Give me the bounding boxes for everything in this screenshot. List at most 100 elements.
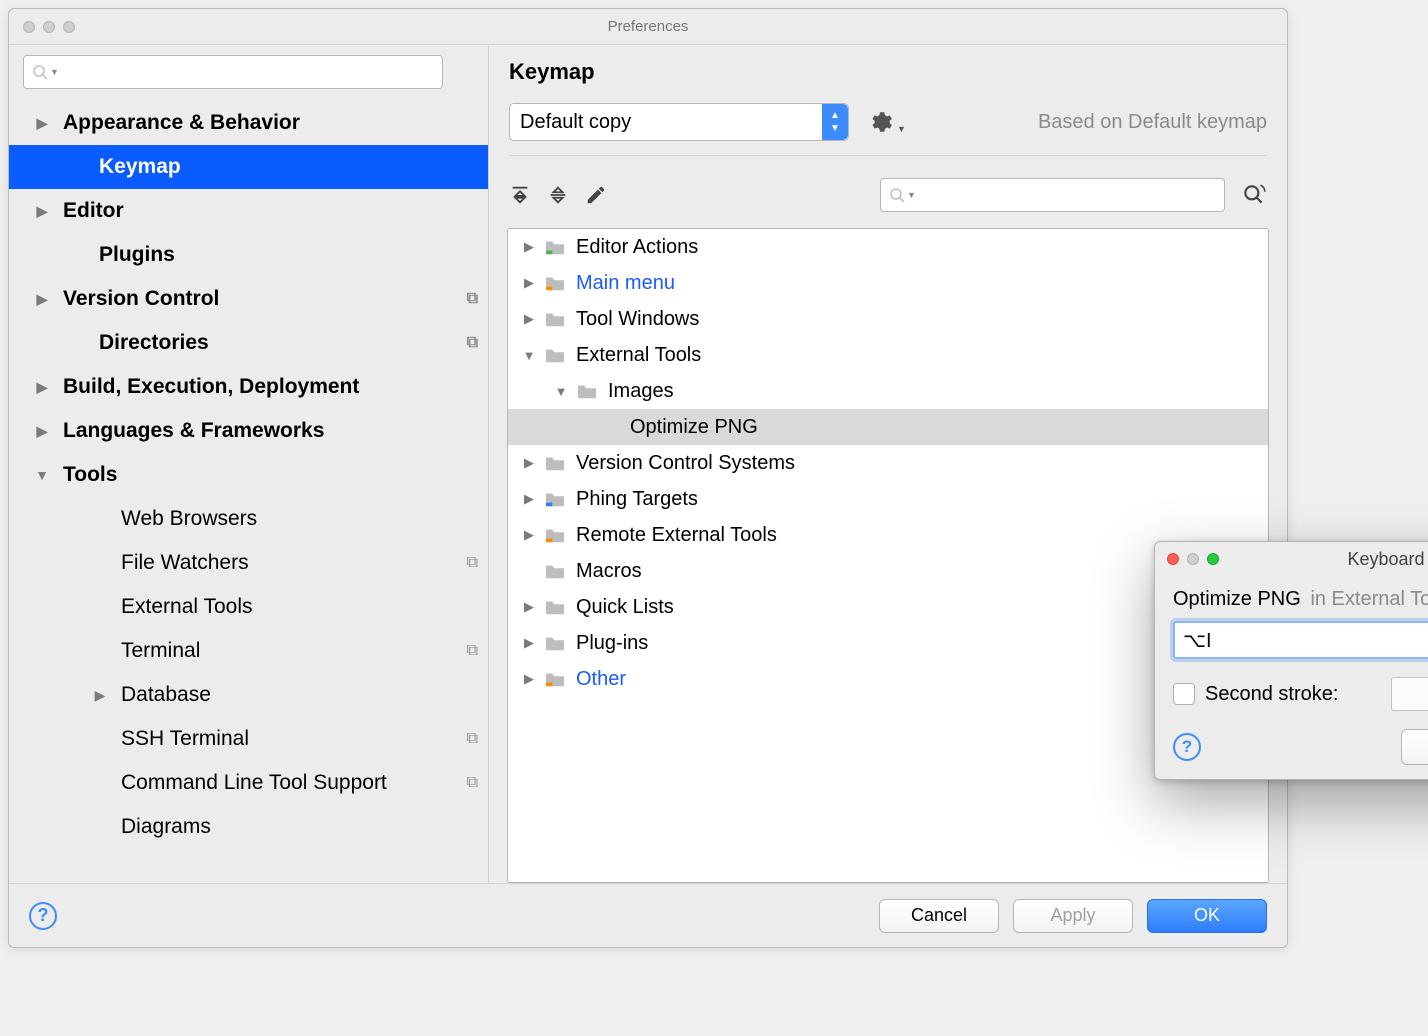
close-window-icon[interactable] <box>23 21 35 33</box>
keymap-tree-item[interactable]: ▶Phing Targets <box>508 481 1268 517</box>
keymap-item-label: Optimize PNG <box>630 416 758 439</box>
sidebar-search-input[interactable] <box>63 64 434 81</box>
apply-button[interactable]: Apply <box>1013 899 1133 933</box>
expand-arrow-icon[interactable]: ▶ <box>89 687 111 704</box>
expand-arrow-icon[interactable]: ▶ <box>520 239 538 255</box>
sidebar-item[interactable]: SSH Terminal⧉ <box>9 717 488 761</box>
second-stroke-label: Second stroke: <box>1205 683 1338 706</box>
keymap-tree-item[interactable]: ▶Version Control Systems <box>508 445 1268 481</box>
sidebar-item[interactable]: Plugins <box>9 233 488 277</box>
sidebar-item-label: Keymap <box>99 155 181 179</box>
sidebar-item[interactable]: Web Browsers <box>9 497 488 541</box>
sidebar-item[interactable]: ▶ Database <box>9 673 488 717</box>
keymap-select[interactable]: Default copy ▲▼ <box>509 103 849 141</box>
sidebar-item-label: Build, Execution, Deployment <box>63 375 359 399</box>
expand-arrow-icon[interactable]: ▶ <box>520 599 538 615</box>
expand-arrow-icon[interactable]: ▶ <box>31 115 53 132</box>
sidebar-item[interactable]: Keymap <box>9 145 488 189</box>
keymap-item-label: Remote External Tools <box>576 524 777 547</box>
keymap-tree-item[interactable]: ▶Tool Windows <box>508 301 1268 337</box>
folder-icon <box>544 562 566 580</box>
sidebar-item[interactable]: ▶Languages & Frameworks <box>9 409 488 453</box>
sidebar-item-label: Plugins <box>99 243 175 267</box>
expand-arrow-icon[interactable]: ▶ <box>520 635 538 651</box>
search-dropdown-icon[interactable]: ▼ <box>907 190 916 200</box>
dialog-help-icon[interactable]: ? <box>1173 733 1201 761</box>
main-panel: Keymap Default copy ▲▼ ▼ Based on Defaul… <box>489 45 1287 883</box>
expand-arrow-icon[interactable]: ▶ <box>520 491 538 507</box>
sidebar-item[interactable]: External Tools <box>9 585 488 629</box>
shortcut-input[interactable]: ⌥I <box>1173 621 1428 659</box>
sidebar-item[interactable]: Directories⧉ <box>9 321 488 365</box>
dialog-body: Optimize PNG in External Tools | Images … <box>1155 576 1428 779</box>
expand-arrow-icon[interactable]: ▶ <box>520 455 538 471</box>
expand-arrow-icon[interactable]: ▼ <box>31 467 53 483</box>
expand-arrow-icon[interactable]: ▶ <box>520 671 538 687</box>
keymap-item-label: Main menu <box>576 272 675 295</box>
folder-icon <box>544 454 566 472</box>
dialog-zoom-icon[interactable] <box>1207 553 1219 565</box>
sidebar-search-field[interactable]: ▼ <box>23 55 443 89</box>
find-by-shortcut-icon[interactable] <box>1241 182 1267 208</box>
sidebar-item[interactable]: Command Line Tool Support⧉ <box>9 761 488 805</box>
expand-arrow-icon[interactable]: ▼ <box>520 348 538 363</box>
folder-icon <box>544 310 566 328</box>
cancel-button[interactable]: Cancel <box>879 899 999 933</box>
edit-pencil-icon[interactable] <box>585 184 607 206</box>
collapse-all-icon[interactable] <box>547 184 569 206</box>
expand-all-icon[interactable] <box>509 184 531 206</box>
expand-arrow-icon[interactable]: ▶ <box>520 311 538 327</box>
sidebar-item[interactable]: ▼ Tools <box>9 453 488 497</box>
traffic-lights <box>23 21 75 33</box>
keymap-search-field[interactable]: ▼ <box>880 178 1225 212</box>
dialog-cancel-button[interactable]: Cancel <box>1401 729 1428 765</box>
sidebar-item[interactable]: ▶ Build, Execution, Deployment <box>9 365 488 409</box>
sidebar-item[interactable]: ▶Appearance & Behavior <box>9 101 488 145</box>
keymap-tree-item[interactable]: ▼Images <box>508 373 1268 409</box>
second-stroke-checkbox[interactable] <box>1173 683 1195 705</box>
sidebar-item[interactable]: ▶Version Control⧉ <box>9 277 488 321</box>
sidebar: ▼ ▶Appearance & Behavior Keymap ▶ Editor Plu… <box>9 45 489 883</box>
main-title: Keymap <box>489 45 1287 85</box>
expand-arrow-icon[interactable]: ▶ <box>31 423 53 440</box>
expand-arrow-icon[interactable]: ▶ <box>520 275 538 291</box>
sidebar-item[interactable]: File Watchers⧉ <box>9 541 488 585</box>
sidebar-item-label: Editor <box>63 199 124 223</box>
expand-arrow-icon[interactable]: ▶ <box>31 291 53 308</box>
sidebar-item[interactable]: Terminal⧉ <box>9 629 488 673</box>
dialog-action-path: in External Tools | Images <box>1310 588 1428 610</box>
keymap-tree-item[interactable]: ▼External Tools <box>508 337 1268 373</box>
dialog-close-icon[interactable] <box>1167 553 1179 565</box>
keymap-tree-item[interactable]: ▶ Editor Actions <box>508 229 1268 265</box>
expand-arrow-icon[interactable]: ▼ <box>552 384 570 399</box>
gear-icon[interactable] <box>867 109 893 135</box>
expand-arrow-icon[interactable]: ▶ <box>31 379 53 396</box>
preferences-window: Preferences ▼ ▶Appearance & BehaviorKeym… <box>8 8 1288 948</box>
second-stroke-row: Second stroke: <box>1173 677 1428 711</box>
keymap-search-input[interactable] <box>920 187 1216 204</box>
help-icon[interactable]: ? <box>29 902 57 930</box>
sidebar-item[interactable]: ▶ Editor <box>9 189 488 233</box>
keymap-tree-item[interactable]: Optimize PNG <box>508 409 1268 445</box>
search-dropdown-icon[interactable]: ▼ <box>50 67 59 77</box>
select-chevrons-icon: ▲▼ <box>822 104 848 140</box>
sidebar-item-label: File Watchers <box>121 551 249 575</box>
minimize-window-icon[interactable] <box>43 21 55 33</box>
sidebar-item-label: Tools <box>63 463 117 487</box>
second-stroke-input[interactable] <box>1391 677 1428 711</box>
sidebar-item[interactable]: Diagrams <box>9 805 488 849</box>
sidebar-item-label: Diagrams <box>121 815 211 839</box>
folder-icon <box>544 634 566 652</box>
sidebar-item-label: Database <box>121 683 211 707</box>
keymap-item-label: Editor Actions <box>576 236 698 259</box>
keyboard-shortcut-dialog: Keyboard Shortcut Optimize PNG in Extern… <box>1154 541 1428 780</box>
expand-arrow-icon[interactable]: ▶ <box>520 527 538 543</box>
ok-button[interactable]: OK <box>1147 899 1267 933</box>
search-icon <box>889 187 905 203</box>
expand-arrow-icon[interactable]: ▶ <box>31 203 53 220</box>
dialog-action-line: Optimize PNG in External Tools | Images <box>1173 588 1428 611</box>
keymap-row: Default copy ▲▼ ▼ Based on Default keyma… <box>489 85 1287 155</box>
zoom-window-icon[interactable] <box>63 21 75 33</box>
keymap-tree-item[interactable]: ▶ Main menu <box>508 265 1268 301</box>
footer: ? Cancel Apply OK <box>9 883 1287 947</box>
